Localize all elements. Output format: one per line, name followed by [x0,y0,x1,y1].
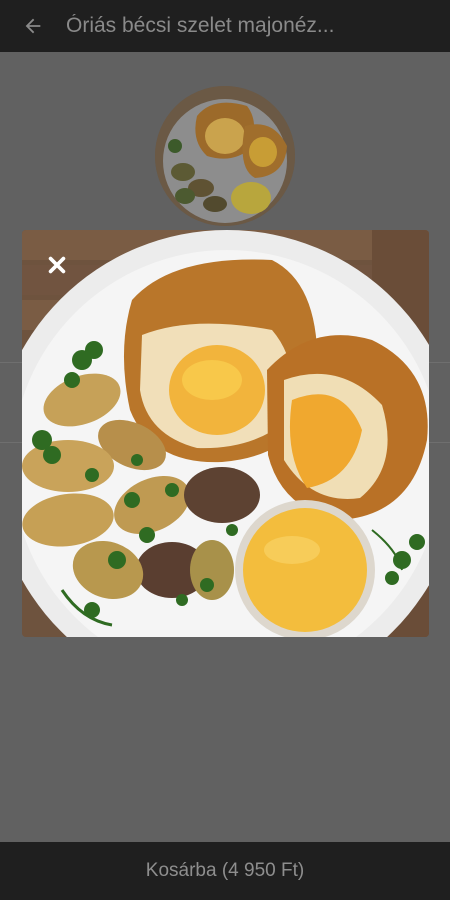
page-title: Óriás bécsi szelet majonéz... [66,14,335,37]
back-button[interactable] [0,0,66,52]
image-preview-modal [22,230,429,637]
add-to-cart-button[interactable]: Kosárba (4 950 Ft) [0,842,450,900]
food-image [155,86,295,226]
add-to-cart-label: Kosárba (4 950 Ft) [145,860,305,881]
product-photo [22,230,429,637]
close-icon [48,256,66,274]
product-thumbnail[interactable] [155,86,295,226]
app-bar: Óriás bécsi szelet majonéz... [0,0,450,52]
close-preview-button[interactable] [44,252,70,278]
arrow-left-icon [25,18,41,34]
